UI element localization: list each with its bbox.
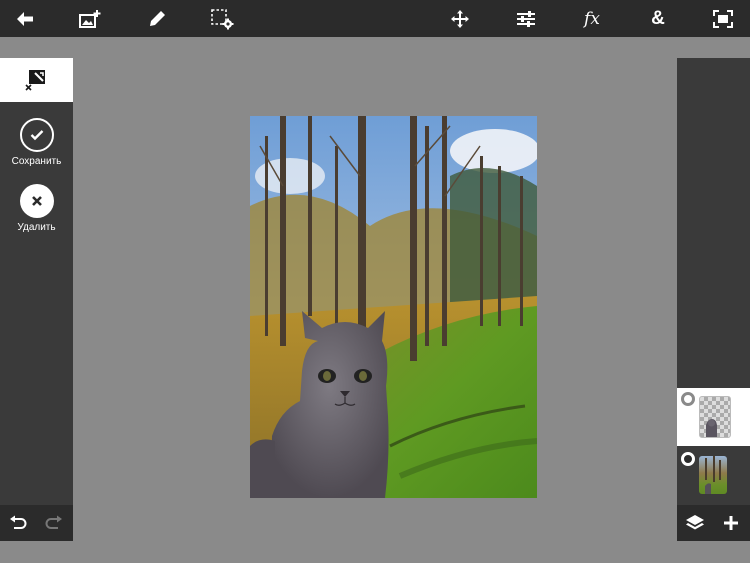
selection-erase-icon — [24, 70, 45, 91]
checkmark-icon — [30, 130, 43, 141]
photo-canvas[interactable] — [250, 116, 537, 498]
layers-panel — [677, 58, 750, 541]
selection-erase-tool[interactable] — [0, 58, 73, 102]
layer-visibility-radio[interactable] — [681, 452, 695, 466]
add-image-icon — [79, 9, 101, 28]
left-tool-panel: Сохранить Удалить — [0, 58, 73, 541]
layers-icon — [686, 515, 704, 530]
fit-screen-icon — [713, 9, 733, 28]
layer-thumbnail — [699, 456, 727, 494]
adjustments-button[interactable] — [506, 0, 546, 37]
add-layer-button[interactable] — [713, 505, 749, 541]
blend-button[interactable]: & — [638, 0, 678, 37]
fx-button[interactable]: fx — [572, 0, 612, 37]
fx-icon: fx — [584, 8, 600, 29]
redo-button[interactable] — [36, 505, 72, 541]
move-button[interactable] — [440, 0, 480, 37]
selection-settings-button[interactable] — [202, 0, 242, 37]
layer-item-forest[interactable] — [677, 448, 750, 506]
adjustments-icon — [517, 10, 535, 27]
undo-button[interactable] — [0, 505, 36, 541]
brush-icon — [150, 10, 165, 26]
top-toolbar: fx & — [0, 0, 750, 37]
move-icon — [451, 9, 469, 28]
selection-settings-icon — [211, 8, 234, 29]
delete-button[interactable] — [19, 184, 54, 218]
close-icon — [31, 196, 42, 206]
undo-icon — [10, 515, 27, 529]
redo-icon — [45, 515, 62, 529]
blend-ampersand-icon: & — [651, 7, 665, 29]
fit-screen-button[interactable] — [703, 0, 743, 37]
history-bar — [0, 505, 73, 541]
delete-action[interactable]: Удалить — [0, 184, 73, 233]
save-label: Сохранить — [11, 156, 62, 167]
composite-photo — [250, 116, 537, 498]
add-image-button[interactable] — [70, 0, 110, 37]
delete-label: Удалить — [17, 222, 56, 233]
back-arrow-icon — [17, 11, 33, 26]
plus-icon — [724, 516, 738, 530]
save-action[interactable]: Сохранить — [0, 118, 73, 167]
layer-item-cat[interactable] — [677, 388, 750, 446]
back-button[interactable] — [5, 0, 45, 37]
brush-button[interactable] — [137, 0, 177, 37]
layer-visibility-radio[interactable] — [681, 392, 695, 406]
layers-toggle-button[interactable] — [677, 505, 713, 541]
save-button[interactable] — [19, 118, 54, 152]
layers-bar — [677, 505, 750, 541]
layer-thumbnail — [699, 396, 731, 438]
